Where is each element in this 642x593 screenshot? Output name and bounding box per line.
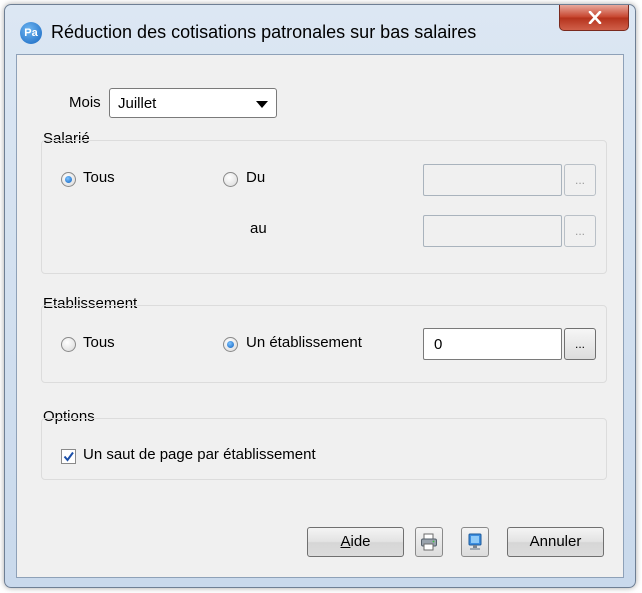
window-title: Réduction des cotisations patronales sur… [51, 22, 477, 42]
close-icon [588, 11, 602, 24]
salarie-group [41, 140, 607, 274]
salarie-au-label: au [250, 220, 267, 237]
saut-de-page-checkbox[interactable] [61, 449, 76, 464]
salarie-au-browse-button[interactable]: ... [564, 215, 596, 247]
printer-icon [421, 533, 437, 551]
close-button[interactable] [559, 5, 629, 31]
mois-select[interactable]: Juillet [109, 88, 277, 118]
etablissement-field[interactable]: 0 [423, 328, 562, 360]
aide-accelerator: A [340, 533, 351, 550]
salarie-du-field[interactable] [423, 164, 562, 196]
salarie-au-field[interactable] [423, 215, 562, 247]
preview-button[interactable] [461, 527, 489, 557]
annuler-button[interactable]: Annuler [507, 527, 604, 557]
mois-selected-value: Juillet [118, 95, 157, 112]
aide-button[interactable]: Aide [307, 527, 404, 557]
dialog-client-area: Mois Juillet Salarié Tous Du ... au ... … [16, 54, 624, 578]
dialog-window: Pa Réduction des cotisations patronales … [4, 4, 636, 588]
aide-label: ide [350, 533, 371, 550]
salarie-du-browse-button[interactable]: ... [564, 164, 596, 196]
salarie-du-label[interactable]: Du [246, 169, 265, 186]
monitor-preview-icon [468, 533, 482, 550]
salarie-tous-label[interactable]: Tous [83, 169, 115, 186]
title-bar[interactable]: Pa Réduction des cotisations patronales … [5, 5, 635, 55]
etablissement-un-radio[interactable] [223, 337, 238, 352]
app-icon: Pa [20, 22, 42, 44]
print-button[interactable] [415, 527, 443, 557]
etablissement-tous-label[interactable]: Tous [83, 334, 115, 351]
etablissement-un-label[interactable]: Un établissement [246, 334, 362, 351]
etablissement-tous-radio[interactable] [61, 337, 76, 352]
etablissement-value: 0 [434, 336, 443, 353]
chevron-down-icon [256, 101, 268, 108]
salarie-du-radio[interactable] [223, 172, 238, 187]
checkmark-icon [63, 451, 74, 462]
salarie-tous-radio[interactable] [61, 172, 76, 187]
etablissement-browse-button[interactable]: ... [564, 328, 596, 360]
mois-label: Mois [69, 94, 101, 111]
saut-de-page-label[interactable]: Un saut de page par établissement [83, 446, 316, 463]
